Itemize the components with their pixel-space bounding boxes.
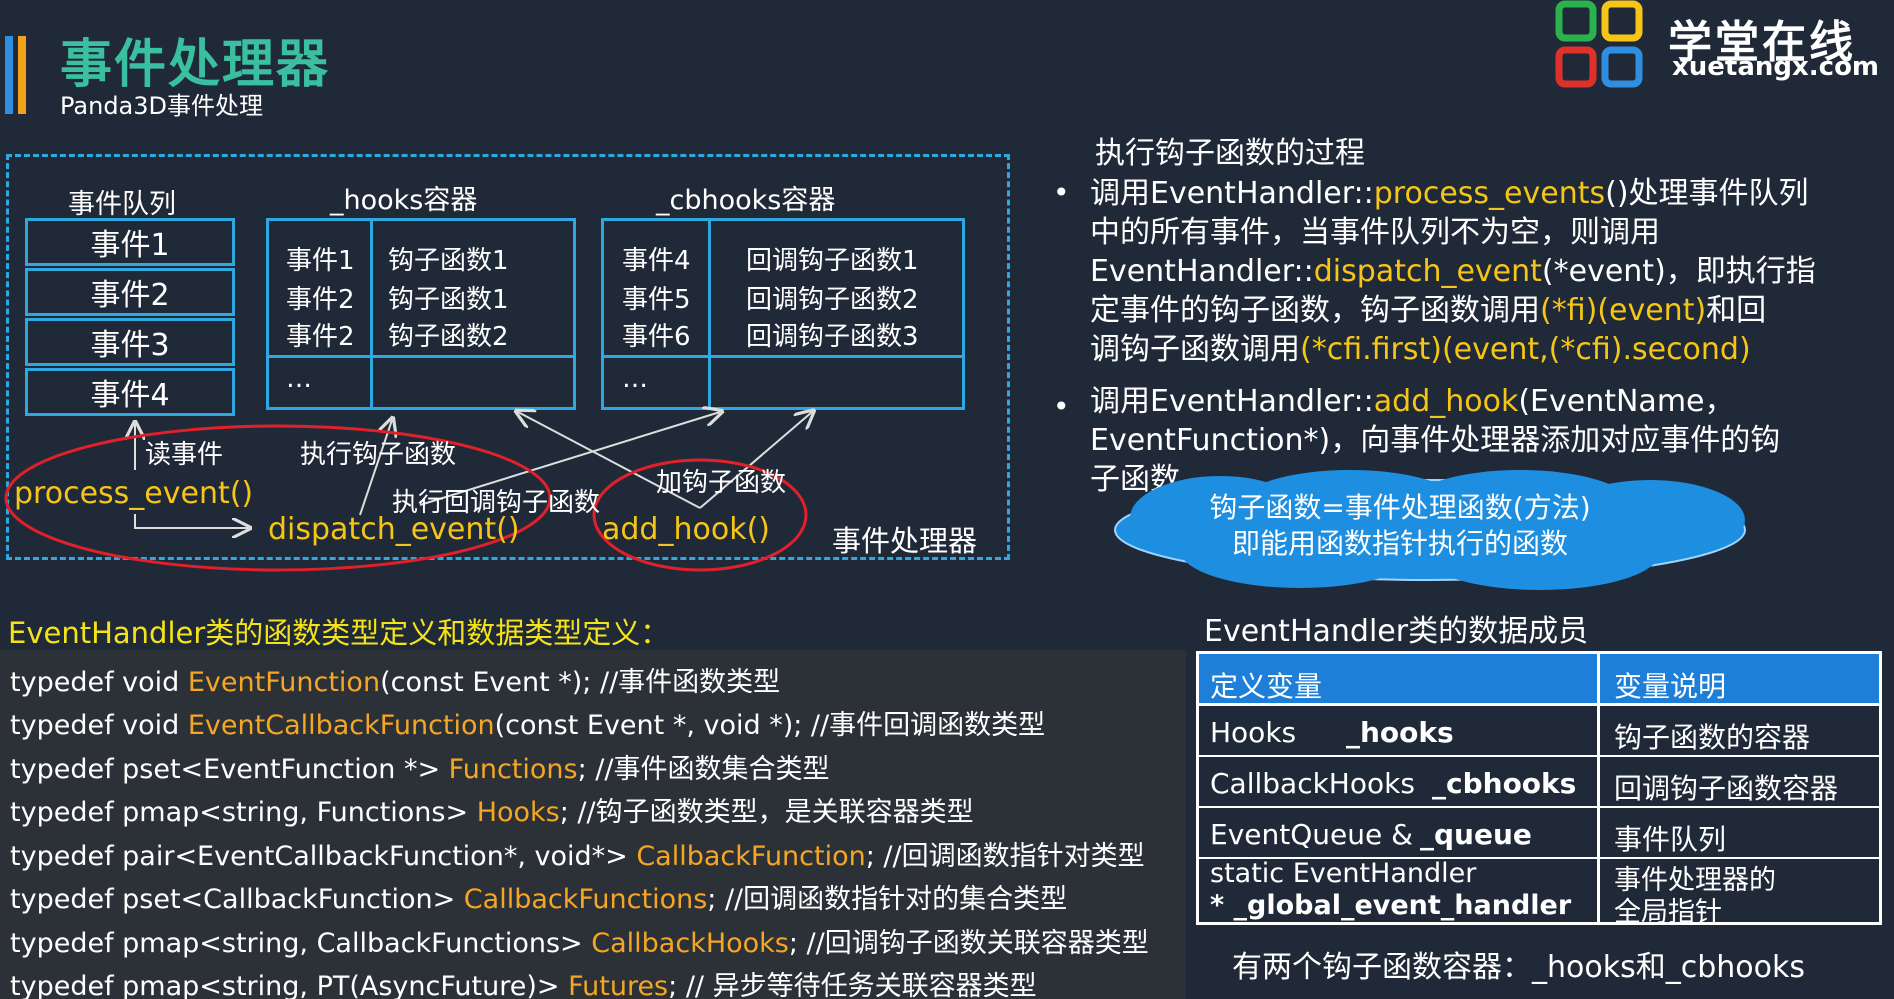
arrow-process-to-dispatch [134,514,248,528]
bullet2-line2: EventFunction*)，向事件处理器添加对应事件的钩 [1090,423,1781,458]
member-var: _cbhooks [1432,767,1577,800]
code-heading: EventHandler类的函数类型定义和数据类型定义： [8,616,670,650]
bullet-dot: • [1053,176,1070,209]
member-desc: 全局指针 [1614,897,1722,928]
code-line: typedef void EventCallbackFunction(const… [10,710,1046,741]
members-heading: EventHandler类的数据成员 [1204,614,1589,649]
bullet-dot: • [1053,390,1070,423]
member-desc: 钩子函数的容器 [1614,721,1811,754]
explanation-bullet-1: 调用EventHandler::process_events()处理事件队列 中… [1090,174,1860,369]
bullet1-line1: 调用EventHandler::process_events()处理事件队列 [1090,176,1809,211]
label-add-hook: 加钩子函数 [656,468,787,498]
bullet1-line5: 调钩子函数调用(*cfi.first)(event,(*cfi).second) [1090,332,1751,367]
bullet1-line3: EventHandler::dispatch_event(*event)，即执行… [1090,254,1816,289]
table-divider [1597,654,1600,922]
member-type: CallbackHooks [1210,767,1415,800]
dispatch-event-function: dispatch_event() [268,512,520,547]
logo-url: xuetangx.com [1672,52,1880,82]
members-note: 有两个钩子函数容器：_hooks和_cbhooks [1232,950,1805,985]
label-exec-hook: 执行钩子函数 [300,440,457,470]
cloud-line: 钩子函数=事件处理函数(方法) [1209,491,1591,524]
member-var: _queue [1420,818,1532,851]
bullet2-line1: 调用EventHandler::add_hook(EventName， [1090,384,1735,419]
member-type: static EventHandler [1210,858,1477,889]
code-line: typedef pmap<string, Functions> Hooks; /… [10,797,974,828]
code-line: typedef pmap<string, PT(AsyncFuture)> Fu… [10,971,1037,999]
members-col-header: 定义变量 [1210,670,1323,703]
cloud-line: 即能用函数指针执行的函数 [1231,527,1568,560]
member-type: EventQueue & [1210,818,1413,851]
xuetangx-logo-icon [1555,0,1643,88]
label-read-event: 读事件 [145,440,224,470]
code-line: typedef pmap<string, CallbackFunctions> … [10,928,1149,959]
member-type: Hooks [1210,716,1297,749]
process-event-function: process_event() [14,476,254,511]
add-hook-function: add_hook() [602,512,770,547]
explanation-heading: 执行钩子函数的过程 [1095,136,1365,171]
member-var: * _global_event_handler [1210,890,1572,921]
bullet1-line4: 定事件的钩子函数，钩子函数调用(*fi)(event)和回 [1090,293,1767,328]
code-line: typedef pset<EventFunction *> Functions;… [10,754,830,785]
event-handler-label: 事件处理器 [832,524,978,558]
code-line: typedef pset<CallbackFunction> CallbackF… [10,884,1068,915]
member-desc: 事件队列 [1614,823,1727,856]
bullet1-line2: 中的所有事件，当事件队列不为空，则调用 [1090,215,1660,250]
member-var: _hooks [1346,716,1454,749]
code-line: typedef pair<EventCallbackFunction*, voi… [10,841,1145,872]
member-desc: 回调钩子函数容器 [1614,772,1839,805]
members-col-header: 变量说明 [1614,670,1727,703]
cloud-callout: 钩子函数=事件处理函数(方法) 即能用函数指针执行的函数 [1140,490,1660,562]
code-line: typedef void EventFunction(const Event *… [10,667,781,698]
